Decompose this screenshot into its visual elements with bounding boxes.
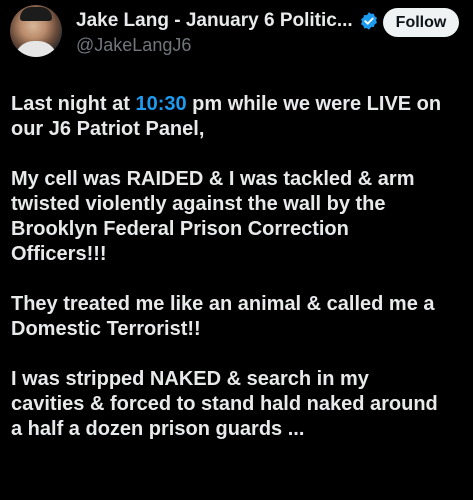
timestamp-link[interactable]: 10:30 bbox=[135, 93, 186, 115]
follow-button[interactable]: Follow bbox=[383, 8, 459, 37]
avatar-shirt bbox=[14, 41, 58, 57]
tweet-line: I was stripped NAKED & search in my bbox=[11, 368, 369, 390]
tweet-paragraph-4: I was stripped NAKED & search in my cavi… bbox=[11, 367, 469, 442]
tweet-line: My cell was RAIDED & I was tackled & arm bbox=[11, 168, 415, 190]
tweet-paragraph-3: They treated me like an animal & called … bbox=[11, 292, 469, 342]
tweet-paragraph-2: My cell was RAIDED & I was tackled & arm… bbox=[11, 167, 469, 267]
tweet-line: They treated me like an animal & called … bbox=[11, 293, 435, 315]
tweet-line: our J6 Patriot Panel, bbox=[11, 118, 205, 140]
tweet-line: Last night at 10:30 pm while we were LIV… bbox=[11, 92, 469, 117]
author-name-line: Jake Lang - January 6 Politic... bbox=[76, 9, 379, 33]
tweet-text: Last night at 10:30 pm while we were LIV… bbox=[11, 92, 469, 467]
verified-badge-icon bbox=[360, 12, 377, 30]
tweet-line: a half a dozen prison guards ... bbox=[11, 418, 305, 440]
author-display-name[interactable]: Jake Lang - January 6 Politic... bbox=[76, 10, 353, 32]
author-avatar[interactable] bbox=[10, 5, 62, 57]
author-handle[interactable]: @JakeLangJ6 bbox=[76, 35, 191, 56]
tweet-paragraph-1: Last night at 10:30 pm while we were LIV… bbox=[11, 92, 469, 142]
tweet-line: cavities & forced to stand hald naked ar… bbox=[11, 393, 438, 415]
tweet-line: Officers!!! bbox=[11, 243, 107, 265]
tweet-text-segment: Last night at bbox=[11, 93, 136, 115]
avatar-cap bbox=[20, 7, 52, 21]
tweet-line: Domestic Terrorist!! bbox=[11, 318, 201, 340]
tweet-text-segment: pm while we were LIVE on bbox=[186, 93, 442, 115]
tweet-line: Brooklyn Federal Prison Correction bbox=[11, 218, 349, 240]
tweet-header: Jake Lang - January 6 Politic... @JakeLa… bbox=[0, 0, 473, 64]
tweet-line: twisted violently against the wall by th… bbox=[11, 193, 386, 215]
